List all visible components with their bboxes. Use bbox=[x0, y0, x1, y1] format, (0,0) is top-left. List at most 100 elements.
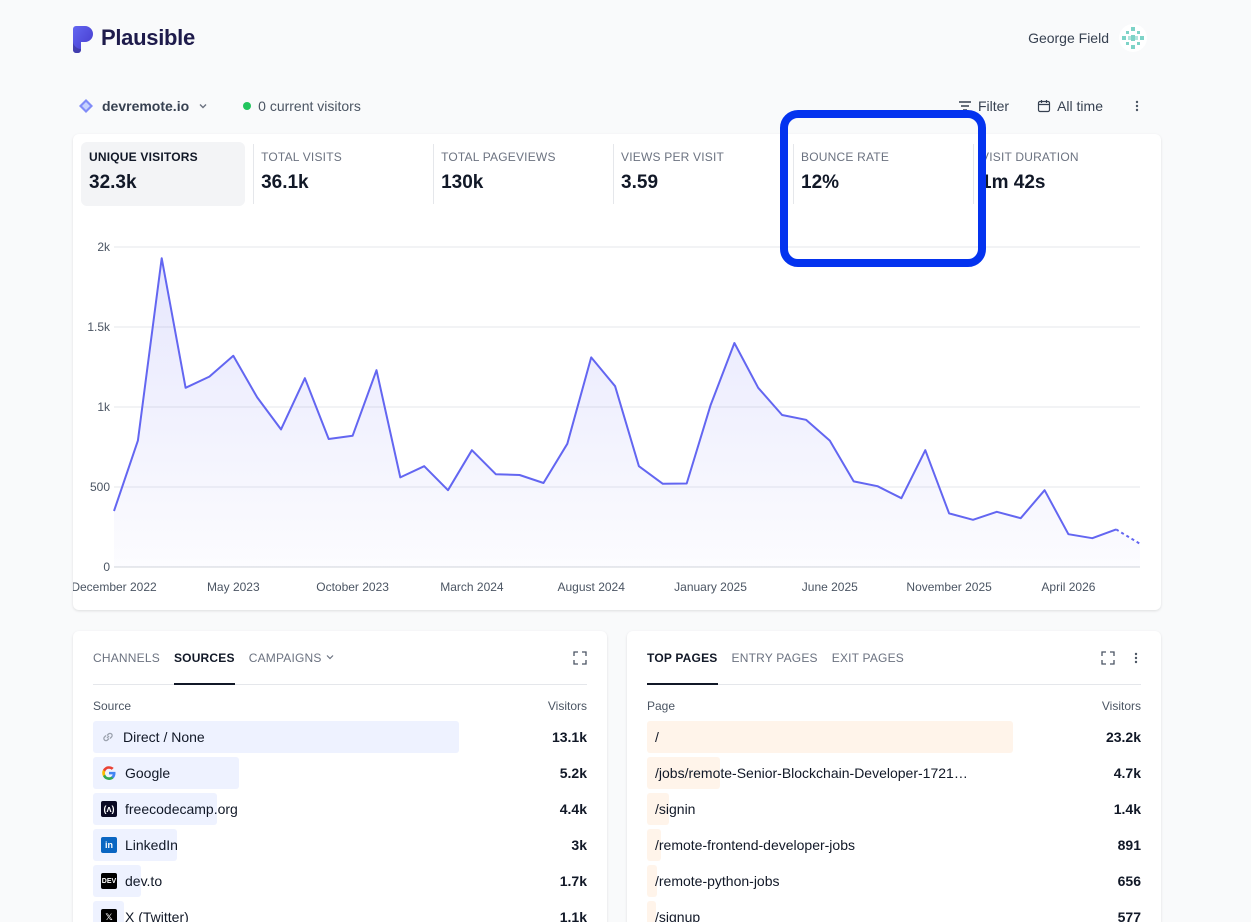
visitors-chart[interactable]: 0 500 1k 1.5k 2k December 2022 May 2023 October… bbox=[73, 134, 1161, 610]
x-tick-label: April 2026 bbox=[1041, 580, 1095, 594]
more-options-icon[interactable] bbox=[1131, 99, 1143, 113]
list-item[interactable]: Google 5.2k bbox=[93, 757, 587, 789]
column-visitors: Visitors bbox=[1101, 699, 1141, 713]
y-tick-label: 500 bbox=[90, 480, 110, 494]
row-label[interactable]: Direct / None bbox=[93, 729, 205, 745]
row-label-text: /remote-python-jobs bbox=[655, 873, 780, 889]
sources-tabs: CHANNELS SOURCES CAMPAIGNS bbox=[93, 651, 587, 685]
google-icon bbox=[101, 765, 117, 781]
row-label-text: /remote-frontend-developer-jobs bbox=[655, 837, 855, 853]
more-options-icon[interactable] bbox=[1131, 651, 1141, 665]
list-item[interactable]: (ʌ) freecodecamp.org 4.4k bbox=[93, 793, 587, 825]
tab-campaigns-label: CAMPAIGNS bbox=[248, 651, 322, 665]
avatar-icon bbox=[1122, 27, 1144, 49]
row-label-text: /jobs/remote-Senior-Blockchain-Developer… bbox=[655, 765, 968, 781]
row-label[interactable]: /remote-frontend-developer-jobs bbox=[647, 837, 855, 853]
column-visitors: Visitors bbox=[547, 699, 587, 713]
row-label[interactable]: Google bbox=[93, 765, 170, 781]
row-value: 1.1k bbox=[559, 909, 587, 922]
y-tick-label: 1k bbox=[97, 400, 111, 414]
list-item[interactable]: /signin 1.4k bbox=[647, 793, 1141, 825]
pages-column-header: Page Visitors bbox=[647, 699, 1141, 713]
list-item[interactable]: DEV dev.to 1.7k bbox=[93, 865, 587, 897]
expand-icon[interactable] bbox=[1101, 651, 1115, 665]
bounce-rate-highlight-box bbox=[780, 110, 986, 267]
row-label-text: / bbox=[655, 729, 659, 745]
x-tick-label: January 2025 bbox=[674, 580, 747, 594]
period-label: All time bbox=[1057, 98, 1103, 114]
row-value: 13.1k bbox=[551, 729, 587, 745]
row-value: 5.2k bbox=[559, 765, 587, 781]
linkedin-icon: in bbox=[101, 837, 117, 853]
plausible-logo[interactable]: Plausible bbox=[73, 23, 195, 53]
list-item[interactable]: /jobs/remote-Senior-Blockchain-Developer… bbox=[647, 757, 1141, 789]
list-item[interactable]: in LinkedIn 3k bbox=[93, 829, 587, 861]
current-visitors-label: 0 current visitors bbox=[258, 98, 361, 114]
tab-channels[interactable]: CHANNELS bbox=[93, 651, 160, 685]
avatar[interactable] bbox=[1119, 24, 1147, 52]
list-item[interactable]: 𝕏 X (Twitter) 1.1k bbox=[93, 901, 587, 922]
row-label[interactable]: 𝕏 X (Twitter) bbox=[93, 909, 189, 922]
filter-label: Filter bbox=[977, 98, 1010, 114]
live-dot-icon bbox=[243, 102, 252, 110]
pages-tabs: TOP PAGES ENTRY PAGES EXIT PAGES bbox=[647, 651, 1141, 685]
freecodecamp-icon: (ʌ) bbox=[101, 801, 117, 817]
row-label[interactable]: / bbox=[647, 729, 659, 745]
x-tick-label: August 2024 bbox=[558, 580, 626, 594]
row-label[interactable]: in LinkedIn bbox=[93, 837, 178, 853]
row-label[interactable]: /jobs/remote-Senior-Blockchain-Developer… bbox=[647, 765, 968, 781]
x-tick-label: December 2022 bbox=[73, 580, 157, 594]
period-picker[interactable]: All time bbox=[1037, 98, 1103, 114]
row-value: 1.7k bbox=[559, 873, 587, 889]
row-share-bar bbox=[647, 721, 1013, 753]
user-menu[interactable]: George Field bbox=[1028, 24, 1147, 52]
calendar-icon bbox=[1037, 100, 1051, 113]
site-switcher[interactable]: devremote.io bbox=[102, 98, 189, 114]
tab-sources[interactable]: SOURCES bbox=[173, 651, 235, 685]
y-tick-label: 0 bbox=[103, 560, 110, 574]
devto-icon: DEV bbox=[101, 873, 117, 889]
user-name: George Field bbox=[1028, 30, 1109, 46]
row-value: 23.2k bbox=[1105, 729, 1141, 745]
row-label[interactable]: /remote-python-jobs bbox=[647, 873, 780, 889]
list-item[interactable]: /signup 577 bbox=[647, 901, 1141, 922]
list-item[interactable]: /remote-frontend-developer-jobs 891 bbox=[647, 829, 1141, 861]
row-value: 656 bbox=[1117, 873, 1141, 889]
row-value: 1.4k bbox=[1113, 801, 1141, 817]
row-label[interactable]: (ʌ) freecodecamp.org bbox=[93, 801, 238, 817]
list-item[interactable]: / 23.2k bbox=[647, 721, 1141, 753]
current-visitors[interactable]: 0 current visitors bbox=[243, 98, 361, 114]
site-favicon-icon bbox=[79, 99, 93, 113]
tab-exit-pages[interactable]: EXIT PAGES bbox=[832, 651, 904, 685]
x-tick-label: March 2024 bbox=[440, 580, 504, 594]
main-graph-card: UNIQUE VISITORS 32.3k TOTAL VISITS 36.1k… bbox=[73, 134, 1161, 610]
tab-entry-pages[interactable]: ENTRY PAGES bbox=[732, 651, 818, 685]
site-bar: devremote.io 0 current visitors Filter A… bbox=[78, 94, 1143, 118]
chevron-down-icon[interactable] bbox=[197, 100, 209, 112]
plausible-logo-icon bbox=[73, 26, 93, 53]
row-label[interactable]: /signin bbox=[647, 801, 695, 817]
column-source: Source bbox=[93, 699, 132, 713]
row-label-text: Google bbox=[125, 765, 171, 781]
row-label-text: /signin bbox=[655, 801, 696, 817]
row-label[interactable]: /signup bbox=[647, 909, 700, 922]
row-label[interactable]: DEV dev.to bbox=[93, 873, 162, 889]
sources-panel: CHANNELS SOURCES CAMPAIGNS Source Visito… bbox=[73, 631, 607, 922]
tab-top-pages[interactable]: TOP PAGES bbox=[647, 651, 718, 685]
row-label-text: dev.to bbox=[125, 873, 163, 889]
row-value: 891 bbox=[1117, 837, 1141, 853]
row-label-text: Direct / None bbox=[123, 729, 205, 745]
x-icon: 𝕏 bbox=[101, 909, 117, 922]
row-label-text: LinkedIn bbox=[125, 837, 178, 853]
x-tick-label: May 2023 bbox=[207, 580, 260, 594]
list-item[interactable]: Direct / None 13.1k bbox=[93, 721, 587, 753]
tab-campaigns[interactable]: CAMPAIGNS bbox=[249, 651, 335, 685]
row-value: 3k bbox=[571, 837, 587, 853]
link-icon bbox=[101, 730, 115, 744]
list-item[interactable]: /remote-python-jobs 656 bbox=[647, 865, 1141, 897]
x-tick-label: November 2025 bbox=[906, 580, 992, 594]
y-tick-label: 2k bbox=[97, 240, 111, 254]
expand-icon[interactable] bbox=[573, 651, 587, 665]
pages-panel: TOP PAGES ENTRY PAGES EXIT PAGES Page Vi… bbox=[627, 631, 1161, 922]
x-tick-label: June 2025 bbox=[802, 580, 858, 594]
